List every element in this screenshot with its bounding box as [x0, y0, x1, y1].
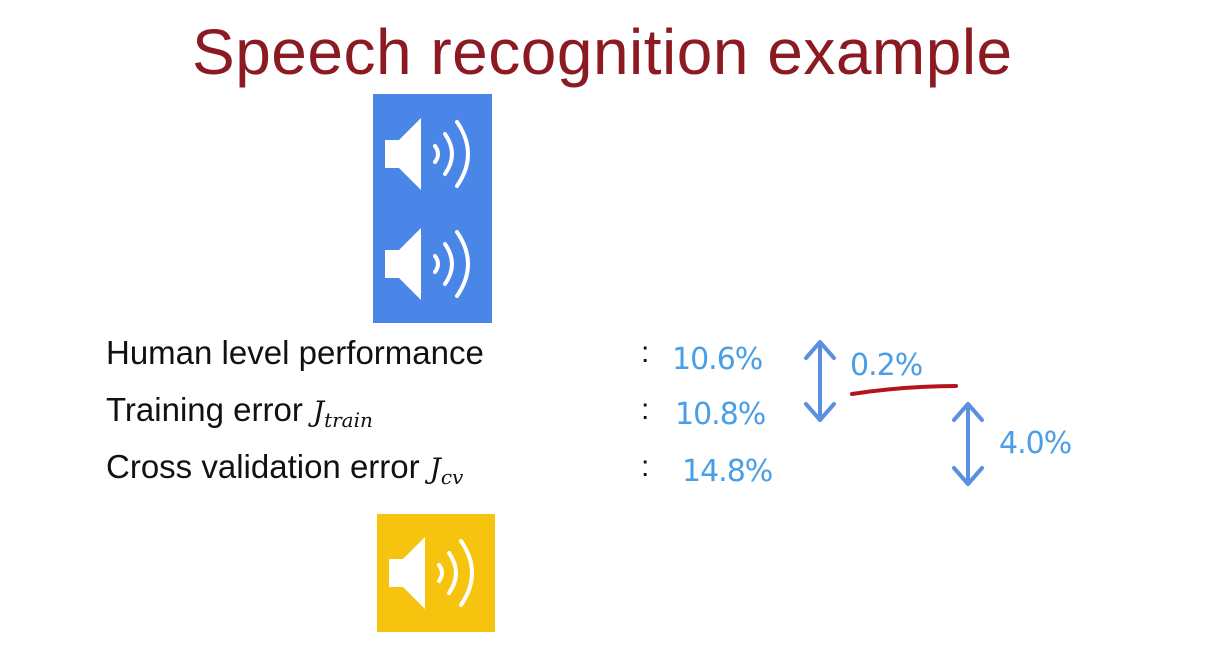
gap-train-cv: 4.0% — [999, 426, 1072, 461]
value-human-level: 10.6% — [672, 342, 763, 377]
row-colon: : — [641, 393, 650, 426]
row-label-training-error: Training error Jtrain — [106, 390, 373, 440]
math-j-train: Jtrain — [312, 395, 373, 432]
speaker-icon — [385, 118, 470, 190]
double-arrow-icon — [952, 402, 984, 486]
double-arrow-icon — [804, 340, 836, 422]
math-subscript: train — [324, 408, 373, 432]
row-colon: : — [641, 336, 650, 369]
row-label-human-level: Human level performance — [106, 333, 484, 373]
speaker-icon — [389, 537, 474, 609]
underline-mark — [850, 384, 958, 396]
row-label-cv-error: Cross validation error Jcv — [106, 447, 463, 497]
slide-title: Speech recognition example — [192, 16, 1013, 88]
value-training-error: 10.8% — [675, 397, 766, 432]
row-label-text: Human level performance — [106, 334, 484, 371]
speaker-icon — [385, 228, 470, 300]
math-symbol: J — [312, 395, 325, 428]
row-label-text: Cross validation error — [106, 448, 420, 485]
math-symbol: J — [429, 452, 441, 485]
row-label-text: Training error — [106, 391, 303, 428]
audio-clip-block-yellow — [377, 514, 495, 632]
value-cv-error: 14.8% — [682, 454, 773, 489]
handwritten-annotations — [804, 340, 984, 486]
math-subscript: cv — [440, 465, 464, 489]
gap-human-train: 0.2% — [850, 348, 923, 383]
row-colon: : — [641, 450, 650, 483]
audio-clip-block-blue — [373, 94, 492, 323]
math-j-cv: Jcv — [429, 452, 464, 489]
